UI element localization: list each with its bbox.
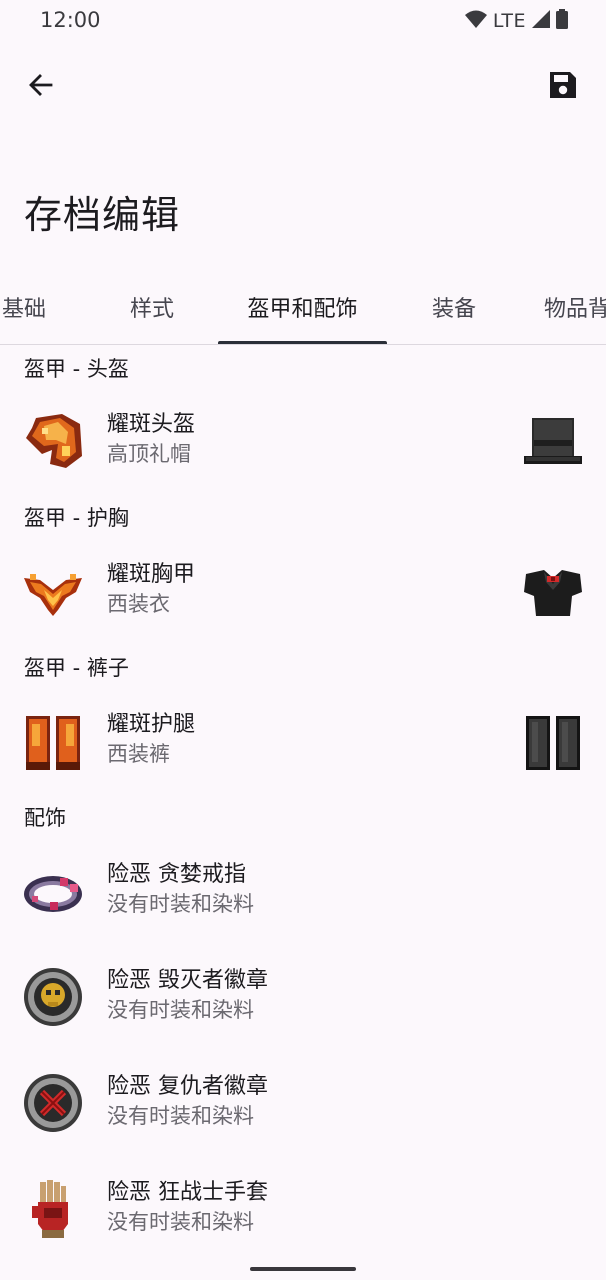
solar-flare-leggings-icon bbox=[22, 710, 84, 772]
arrow-left-icon bbox=[27, 71, 55, 103]
gesture-nav-handle[interactable] bbox=[250, 1267, 356, 1271]
armor-slot-chest[interactable]: 耀斑胸甲 西装衣 bbox=[0, 550, 606, 640]
solar-flare-breastplate-icon bbox=[22, 560, 84, 622]
section-header-chest: 盔甲 - 护胸 bbox=[24, 506, 129, 530]
tuxedo-pants-icon bbox=[522, 710, 584, 772]
top-hat-icon bbox=[522, 410, 584, 472]
tab-label: 样式 bbox=[129, 297, 174, 322]
tuxedo-shirt-icon bbox=[522, 560, 584, 622]
item-name: 耀斑护腿 bbox=[107, 712, 196, 737]
back-button[interactable] bbox=[18, 64, 64, 110]
accessory-slot-4[interactable]: 险恶 狂战士手套 没有时装和染料 bbox=[0, 1168, 606, 1258]
section-header-accessories: 配饰 bbox=[24, 806, 66, 830]
item-name: 险恶 复仇者徽章 bbox=[107, 1074, 268, 1099]
armor-slot-helmet[interactable]: 耀斑头盔 高顶礼帽 bbox=[0, 400, 606, 490]
avenger-emblem-icon bbox=[22, 1072, 84, 1134]
status-time: 12:00 bbox=[40, 8, 101, 32]
item-name: 耀斑胸甲 bbox=[107, 562, 196, 587]
tab-indicator bbox=[218, 341, 387, 344]
accessory-slot-3[interactable]: 险恶 复仇者徽章 没有时装和染料 bbox=[0, 1062, 606, 1152]
tab-basic[interactable]: 基础 bbox=[0, 270, 84, 344]
network-type: LTE bbox=[492, 10, 526, 32]
item-vanity: 高顶礼帽 bbox=[107, 442, 191, 466]
tab-bar: 基础 样式 盔甲和配饰 装备 物品背 bbox=[0, 270, 606, 345]
greedy-ring-icon bbox=[22, 860, 84, 922]
tab-label: 基础 bbox=[1, 297, 46, 322]
item-vanity: 没有时装和染料 bbox=[107, 1210, 254, 1234]
item-vanity: 没有时装和染料 bbox=[107, 1104, 254, 1128]
wifi-icon bbox=[464, 9, 487, 33]
item-name: 险恶 贪婪戒指 bbox=[107, 862, 246, 887]
item-vanity: 没有时装和染料 bbox=[107, 998, 254, 1022]
tab-label: 物品背 bbox=[544, 297, 606, 322]
section-header-legs: 盔甲 - 裤子 bbox=[24, 656, 129, 680]
tab-label: 装备 bbox=[431, 297, 476, 322]
item-name: 险恶 毁灭者徽章 bbox=[107, 968, 268, 993]
top-app-bar bbox=[0, 52, 606, 126]
item-vanity: 西装衣 bbox=[107, 592, 170, 616]
floppy-disk-save-icon bbox=[548, 70, 578, 104]
accessory-slot-2[interactable]: 险恶 毁灭者徽章 没有时装和染料 bbox=[0, 956, 606, 1046]
tab-style[interactable]: 样式 bbox=[92, 270, 212, 344]
berserker-glove-icon bbox=[22, 1178, 84, 1240]
tab-inventory[interactable]: 物品背 bbox=[530, 270, 606, 344]
section-header-helmet: 盔甲 - 头盔 bbox=[24, 357, 129, 381]
item-name: 险恶 狂战士手套 bbox=[107, 1180, 268, 1205]
page-title: 存档编辑 bbox=[24, 193, 181, 237]
accessory-slot-1[interactable]: 险恶 贪婪戒指 没有时装和染料 bbox=[0, 850, 606, 940]
destroyer-emblem-icon bbox=[22, 966, 84, 1028]
tab-armor-accessories[interactable]: 盔甲和配饰 bbox=[218, 270, 387, 344]
status-icons: LTE bbox=[464, 9, 568, 33]
solar-flare-helmet-icon bbox=[22, 410, 84, 472]
item-name: 耀斑头盔 bbox=[107, 412, 196, 437]
battery-icon bbox=[556, 9, 568, 33]
status-bar: 12:00 LTE bbox=[0, 0, 606, 42]
cell-signal-icon bbox=[532, 10, 550, 32]
tab-label: 盔甲和配饰 bbox=[247, 297, 358, 322]
item-vanity: 西装裤 bbox=[107, 742, 170, 766]
tab-equipment[interactable]: 装备 bbox=[394, 270, 514, 344]
item-vanity: 没有时装和染料 bbox=[107, 892, 254, 916]
save-button[interactable] bbox=[540, 64, 586, 110]
armor-slot-legs[interactable]: 耀斑护腿 西装裤 bbox=[0, 700, 606, 790]
